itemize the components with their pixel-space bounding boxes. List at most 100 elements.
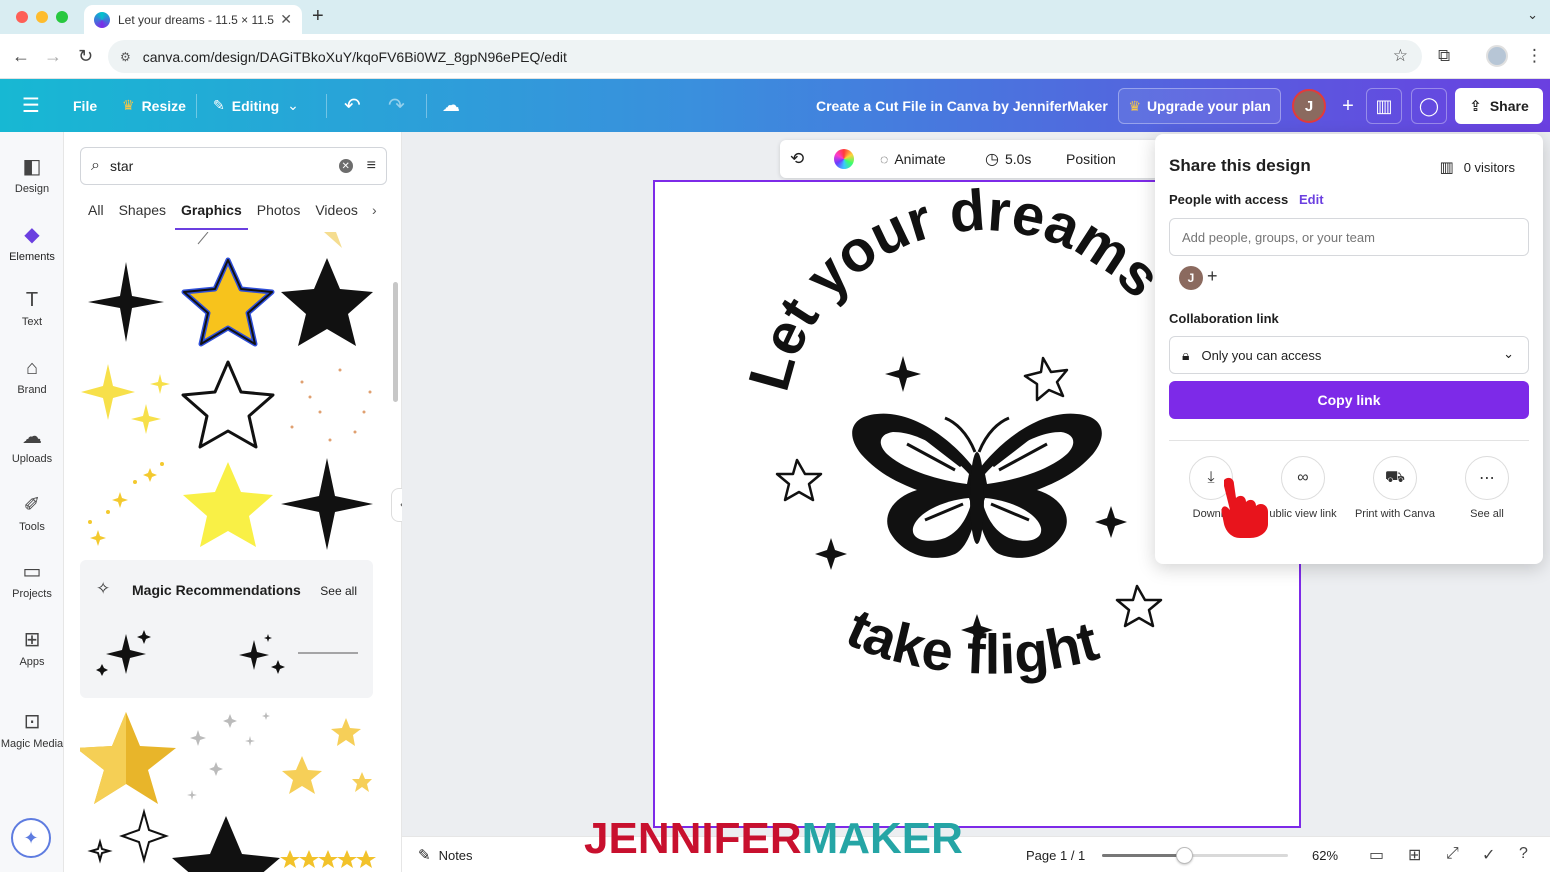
forward-arrow-icon[interactable]: → [44,46,62,67]
undo-icon[interactable]: ↶ [344,79,361,132]
reload-icon[interactable]: ↻ [78,46,93,67]
rail-item-projects[interactable]: ▭ Projects [0,559,64,600]
edit-access-link[interactable]: Edit [1299,192,1324,207]
shooting-stars-trail-icon[interactable] [88,462,164,546]
magic-see-all-link[interactable]: See all [320,584,357,598]
zoom-slider[interactable] [1102,847,1288,864]
fullscreen-icon[interactable]: ⤢ [1446,845,1459,863]
copy-link-button[interactable]: Copy link [1169,381,1529,419]
arched-top-text[interactable]: Let your dreams [736,182,1174,397]
clear-search-icon[interactable]: ✕ [338,159,353,173]
large-four-point-star-icon[interactable] [281,458,373,550]
design-title[interactable]: Create a Cut File in Canva by JenniferMa… [816,79,1108,132]
zoom-level[interactable]: 62% [1312,837,1338,872]
notes-button[interactable]: ✎ Notes [418,837,473,872]
tab-photos[interactable]: Photos [257,202,301,230]
help-icon[interactable]: ? [1519,845,1528,863]
resize-button[interactable]: ♛ Resize [122,79,186,132]
pages-view-icon[interactable]: ▭ [1369,845,1384,865]
position-button[interactable]: Position [1066,140,1116,178]
link-access-select[interactable]: 🔒︎ Only you can access ⌄ [1169,336,1529,374]
bookmark-star-icon[interactable]: ☆ [1393,46,1408,66]
yellow-sparkles-icon[interactable] [81,364,170,434]
tab-graphics[interactable]: Graphics [175,202,248,230]
add-people-input[interactable] [1169,218,1529,256]
tab-search-chevron-icon[interactable]: ⌄ [1527,7,1538,23]
rail-item-text[interactable]: T Text [0,289,64,328]
animate-button[interactable]: ◌ Animate [880,140,946,178]
panel-scrollbar[interactable] [393,282,398,402]
cloud-saved-icon[interactable]: ☁ [442,79,460,132]
browser-tab[interactable]: Let your dreams - 11.5 × 11.5 ✕ [84,5,302,34]
filter-sliders-icon[interactable]: ≡ [367,157,376,175]
scattered-dots-icon[interactable] [290,368,372,442]
rail-label: Uploads [11,453,53,465]
duration-button[interactable]: ◷ 5.0s [985,140,1031,178]
browser-menu-icon[interactable]: ⋮ [1526,46,1543,66]
grey-star-confetti-icon[interactable] [187,712,270,800]
five-stars-rating-icon[interactable] [280,850,376,868]
zoom-window-button[interactable] [56,11,68,23]
site-info-icon[interactable]: ⚙ [120,50,131,64]
rail-item-elements[interactable]: ◆ Elements [0,222,64,263]
add-collaborator-plus-icon[interactable]: + [1207,266,1218,287]
print-with-canva-action[interactable]: ⛟ Print with Canva [1349,456,1441,520]
tab-close-icon[interactable]: ✕ [280,11,292,28]
accessibility-check-icon[interactable]: ✓ [1482,845,1495,865]
minimize-window-button[interactable] [36,11,48,23]
back-arrow-icon[interactable]: ← [12,46,30,67]
url-field[interactable]: ⚙ canva.com/design/DAGiTBkoXuY/kqoFV6Bi0… [108,40,1422,73]
tab-all[interactable]: All [88,202,104,230]
tab-videos[interactable]: Videos [315,202,358,230]
rail-item-brand[interactable]: ⌂ Brand [0,357,64,396]
tab-shapes[interactable]: Shapes [119,202,166,230]
new-tab-button[interactable]: + [312,5,324,28]
profile-avatar[interactable] [1486,45,1508,67]
twinkle-stars-icon[interactable] [239,634,285,674]
close-window-button[interactable] [16,11,28,23]
hamburger-menu-icon[interactable]: ☰ [22,79,40,132]
editing-mode-button[interactable]: ✎ Editing ⌄ [213,79,299,132]
extensions-icon[interactable]: ⧉ [1438,46,1450,66]
outline-sparkles-icon[interactable] [87,808,170,864]
page-indicator[interactable]: Page 1 / 1 [1026,837,1085,872]
file-menu[interactable]: File [73,79,97,132]
outline-star-icon[interactable] [181,360,275,449]
rail-item-uploads[interactable]: ☁ Uploads [0,424,64,465]
collaboration-link-label: Collaboration link [1169,311,1279,326]
gold-3d-star-icon[interactable] [80,712,176,804]
yellow-star-icon[interactable] [183,462,273,547]
rail-label: Brand [17,384,47,396]
canva-assistant-sparkle-icon[interactable]: ✦ [11,818,51,858]
search-input[interactable]: ⌕ star ✕ ≡ [80,147,387,185]
upgrade-plan-button[interactable]: ♛ Upgrade your plan [1118,88,1281,124]
tabs-next-chevron-icon[interactable]: › [372,202,377,218]
sparkle-cluster-icon[interactable] [96,630,151,676]
visitors-count[interactable]: ▥ 0 visitors [1440,158,1515,176]
four-point-star-black-icon[interactable] [88,262,164,342]
yellow-stars-scatter-icon[interactable] [282,718,372,794]
comments-icon[interactable]: ◯ [1411,88,1447,124]
rail-item-magic-media[interactable]: ⊡ Magic Media [0,709,64,750]
elements-icon: ◆ [24,224,40,246]
rail-item-tools[interactable]: ✐ Tools [0,492,64,533]
ai-edit-icon[interactable]: ⟲ [790,140,804,178]
uploads-icon: ☁ [22,426,42,448]
color-picker[interactable] [834,140,854,178]
redo-icon[interactable]: ↷ [388,79,405,132]
black-star-partial-icon[interactable] [172,816,280,872]
user-avatar[interactable]: J [1292,89,1326,123]
rail-item-design[interactable]: ◧ Design [0,154,64,195]
arched-bottom-text[interactable]: take flight [838,596,1105,686]
share-button[interactable]: ⇪ Share [1455,88,1543,124]
butterfly-graphic[interactable] [852,413,1102,558]
rail-item-apps[interactable]: ⊞ Apps [0,627,64,668]
collaborator-avatar[interactable]: J [1179,266,1203,290]
insights-chart-icon[interactable]: ▥ [1366,88,1402,124]
yellow-star-blue-outline-icon[interactable] [181,257,275,347]
add-collaborator-plus-icon[interactable]: + [1330,88,1366,124]
see-all-action[interactable]: ⋯ See all [1441,456,1533,520]
grid-view-icon[interactable]: ⊞ [1408,845,1421,865]
black-star-icon[interactable] [281,258,373,346]
zoom-slider-knob[interactable] [1176,847,1193,864]
